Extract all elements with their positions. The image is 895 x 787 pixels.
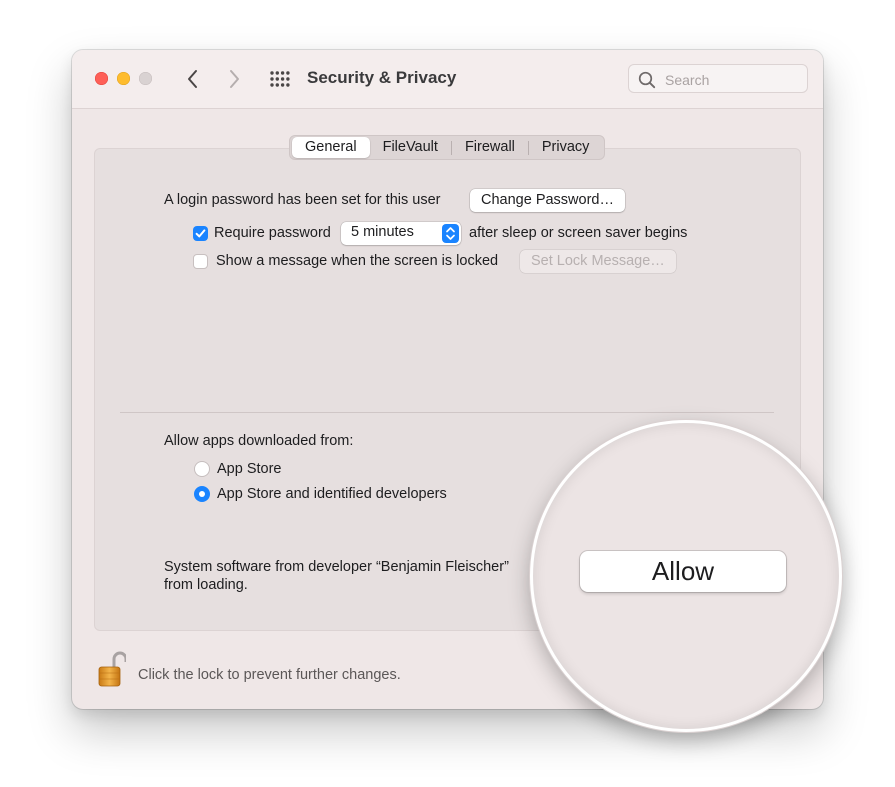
close-window-button[interactable]: [95, 72, 108, 85]
unlocked-padlock-icon[interactable]: [98, 651, 126, 689]
password-delay-popup[interactable]: 5 minutes: [341, 222, 461, 245]
tab-general[interactable]: General: [292, 137, 370, 158]
zoom-window-button[interactable]: [139, 72, 152, 85]
radio-app-store-label: App Store: [217, 461, 282, 477]
password-delay-value: 5 minutes: [351, 224, 414, 240]
up-down-chevron-icon: [446, 227, 455, 240]
search-field[interactable]: [628, 64, 808, 93]
search-icon: [638, 71, 656, 89]
tab-privacy[interactable]: Privacy: [529, 137, 603, 158]
after-sleep-text: after sleep or screen saver begins: [469, 225, 688, 241]
radio-app-store-identified[interactable]: [194, 486, 210, 502]
set-lock-message-button[interactable]: Set Lock Message…: [520, 250, 676, 273]
checkmark-icon: [195, 229, 206, 238]
login-password-text: A login password has been set for this u…: [164, 192, 441, 208]
magnified-callout: Allow: [530, 420, 842, 732]
show-message-label: Show a message when the screen is locked: [216, 253, 499, 269]
change-password-button[interactable]: Change Password…: [470, 189, 625, 212]
require-password-label: Require password: [214, 225, 331, 241]
tab-bar: General FileVault Firewall Privacy: [289, 135, 606, 160]
allow-apps-heading: Allow apps downloaded from:: [164, 433, 354, 449]
title-bar: Security & Privacy: [72, 50, 823, 109]
radio-app-store[interactable]: [194, 461, 210, 477]
popup-arrows: [442, 224, 459, 243]
tab-firewall[interactable]: Firewall: [452, 137, 528, 158]
require-password-checkbox[interactable]: [193, 226, 208, 241]
allow-button[interactable]: Allow: [580, 551, 786, 592]
system-software-text-cont: from loading.: [164, 577, 248, 593]
system-software-text: System software from developer “Benjamin…: [164, 559, 509, 575]
window-title: Security & Privacy: [307, 68, 457, 87]
lock-status-text: Click the lock to prevent further change…: [138, 667, 401, 683]
search-input[interactable]: [663, 69, 807, 91]
section-divider: [120, 412, 774, 413]
radio-app-store-identified-label: App Store and identified developers: [217, 486, 447, 502]
show-all-grid-icon[interactable]: [270, 70, 290, 88]
show-message-checkbox[interactable]: [193, 254, 208, 269]
tab-filevault[interactable]: FileVault: [370, 137, 451, 158]
forward-chevron-icon[interactable]: [225, 68, 243, 90]
minimize-window-button[interactable]: [117, 72, 130, 85]
back-chevron-icon[interactable]: [184, 68, 202, 90]
